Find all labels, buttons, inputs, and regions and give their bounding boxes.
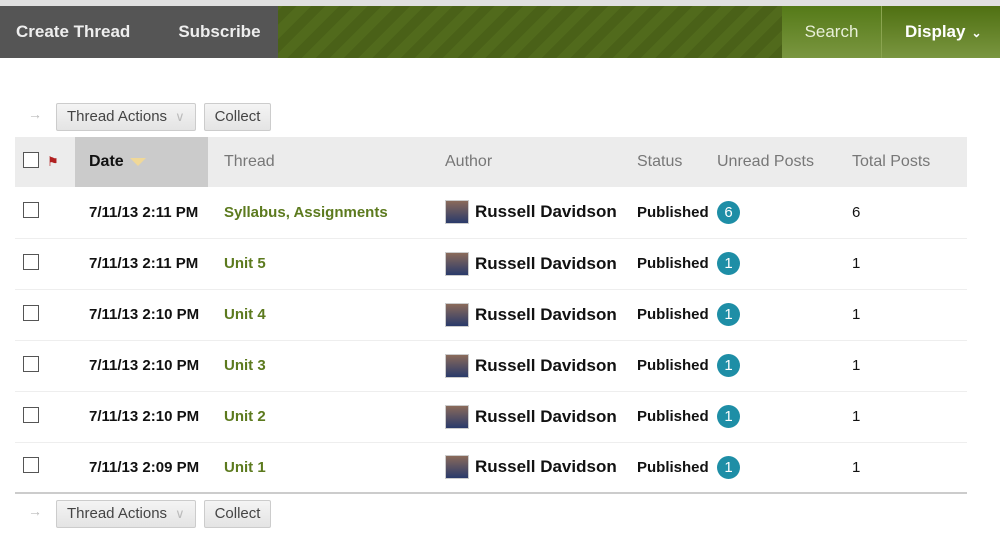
avatar bbox=[445, 200, 469, 225]
header-date[interactable]: Date bbox=[75, 137, 208, 187]
author-name: Russell Davidson bbox=[475, 406, 617, 426]
unread-badge[interactable]: 1 bbox=[717, 354, 740, 377]
unread-badge[interactable]: 1 bbox=[717, 455, 740, 479]
row-checkbox[interactable] bbox=[23, 202, 39, 219]
row-date: 7/11/13 2:11 PM bbox=[89, 203, 199, 221]
status-text: Published bbox=[637, 203, 709, 221]
author-name: Russell Davidson bbox=[475, 202, 617, 222]
total-posts: 1 bbox=[852, 458, 861, 476]
thread-link[interactable]: Syllabus, Assignments bbox=[224, 204, 388, 221]
select-all-checkbox[interactable] bbox=[23, 151, 39, 168]
header-thread[interactable]: Thread bbox=[208, 137, 429, 187]
author-name: Russell Davidson bbox=[475, 253, 617, 273]
thread-actions-button-bottom[interactable]: Thread Actions ∨ bbox=[56, 500, 196, 528]
thread-link[interactable]: Unit 2 bbox=[224, 408, 266, 425]
thread-link[interactable]: Unit 4 bbox=[224, 306, 266, 323]
row-date: 7/11/13 2:09 PM bbox=[89, 458, 200, 476]
status-text: Published bbox=[637, 458, 709, 476]
table-row: 7/11/13 2:11 PM Unit 5 Russell Davidson Pub… bbox=[15, 238, 967, 289]
collect-button[interactable]: Collect bbox=[203, 103, 272, 131]
table-row: 7/11/13 2:10 PM Unit 3 Russell Davidson Pub… bbox=[15, 340, 967, 391]
header-unread[interactable]: Unread Posts bbox=[717, 137, 852, 187]
row-checkbox[interactable] bbox=[23, 253, 39, 270]
row-checkbox[interactable] bbox=[23, 457, 39, 474]
unread-badge[interactable]: 1 bbox=[717, 303, 740, 326]
sort-desc-icon bbox=[129, 157, 146, 166]
table-header-row: ⚑ Date Thread Author Status Unread Posts… bbox=[15, 137, 967, 187]
status-text: Published bbox=[637, 408, 709, 425]
row-date: 7/11/13 2:11 PM bbox=[89, 255, 199, 272]
thread-actions-label: Thread Actions bbox=[67, 108, 168, 125]
unread-badge[interactable]: 1 bbox=[717, 405, 740, 428]
avatar bbox=[445, 404, 469, 429]
threads-table: ⚑ Date Thread Author Status Unread Posts… bbox=[15, 137, 967, 494]
row-checkbox[interactable] bbox=[23, 355, 39, 372]
table-row: 7/11/13 2:10 PM Unit 2 Russell Davidson Pub… bbox=[15, 391, 967, 442]
total-posts: 1 bbox=[852, 357, 861, 374]
avatar bbox=[445, 455, 469, 480]
total-posts: 6 bbox=[852, 203, 861, 221]
double-chevron-icon: ∨ bbox=[175, 109, 185, 124]
row-checkbox[interactable] bbox=[23, 406, 39, 423]
display-label: Display bbox=[905, 22, 966, 41]
thread-actions-button[interactable]: Thread Actions ∨ bbox=[56, 103, 196, 131]
header-total[interactable]: Total Posts bbox=[852, 137, 967, 187]
arrow-icon: → bbox=[28, 106, 42, 122]
author-name: Russell Davidson bbox=[475, 457, 617, 477]
thread-link[interactable]: Unit 1 bbox=[224, 459, 266, 476]
avatar bbox=[445, 251, 469, 276]
bottom-action-bar: → Thread Actions ∨ Collect bbox=[28, 500, 279, 528]
table-row: 7/11/13 2:10 PM Unit 4 Russell Davidson Pub… bbox=[15, 289, 967, 340]
arrow-icon: → bbox=[28, 503, 42, 519]
chevron-down-icon: ⌄ bbox=[971, 26, 982, 40]
row-date: 7/11/13 2:10 PM bbox=[89, 306, 200, 323]
create-thread-button[interactable]: Create Thread bbox=[0, 6, 130, 58]
avatar bbox=[445, 353, 469, 378]
unread-badge[interactable]: 6 bbox=[717, 200, 740, 224]
header-author[interactable]: Author bbox=[429, 137, 625, 187]
search-button[interactable]: Search bbox=[782, 6, 882, 58]
double-chevron-icon: ∨ bbox=[175, 506, 185, 521]
row-checkbox[interactable] bbox=[23, 304, 39, 321]
total-posts: 1 bbox=[852, 255, 861, 272]
flag-icon[interactable]: ⚑ bbox=[47, 154, 59, 169]
table-row: 7/11/13 2:11 PM Syllabus, Assignments Russ… bbox=[15, 187, 967, 238]
top-action-bar: → Thread Actions ∨ Collect bbox=[28, 103, 279, 131]
display-button[interactable]: Display ⌄ bbox=[882, 6, 1000, 58]
header-status[interactable]: Status bbox=[625, 137, 717, 187]
total-posts: 1 bbox=[852, 408, 861, 425]
header-date-label: Date bbox=[89, 153, 124, 170]
table-row: 7/11/13 2:09 PM Unit 1 Russell Davidson Pub… bbox=[15, 442, 967, 493]
author-name: Russell Davidson bbox=[475, 304, 617, 324]
collect-button-bottom[interactable]: Collect bbox=[203, 500, 272, 528]
status-text: Published bbox=[637, 255, 709, 272]
row-date: 7/11/13 2:10 PM bbox=[89, 408, 200, 425]
author-name: Russell Davidson bbox=[475, 355, 617, 375]
thread-actions-label: Thread Actions bbox=[67, 505, 168, 522]
action-toolbar: Create Thread Subscribe Search Display ⌄ bbox=[0, 6, 1000, 58]
thread-link[interactable]: Unit 5 bbox=[224, 255, 266, 272]
total-posts: 1 bbox=[852, 306, 861, 323]
row-date: 7/11/13 2:10 PM bbox=[89, 357, 200, 374]
thread-link[interactable]: Unit 3 bbox=[224, 357, 266, 374]
avatar bbox=[445, 302, 469, 327]
status-text: Published bbox=[637, 357, 709, 374]
unread-badge[interactable]: 1 bbox=[717, 252, 740, 275]
subscribe-button[interactable]: Subscribe bbox=[130, 6, 260, 58]
status-text: Published bbox=[637, 306, 709, 323]
